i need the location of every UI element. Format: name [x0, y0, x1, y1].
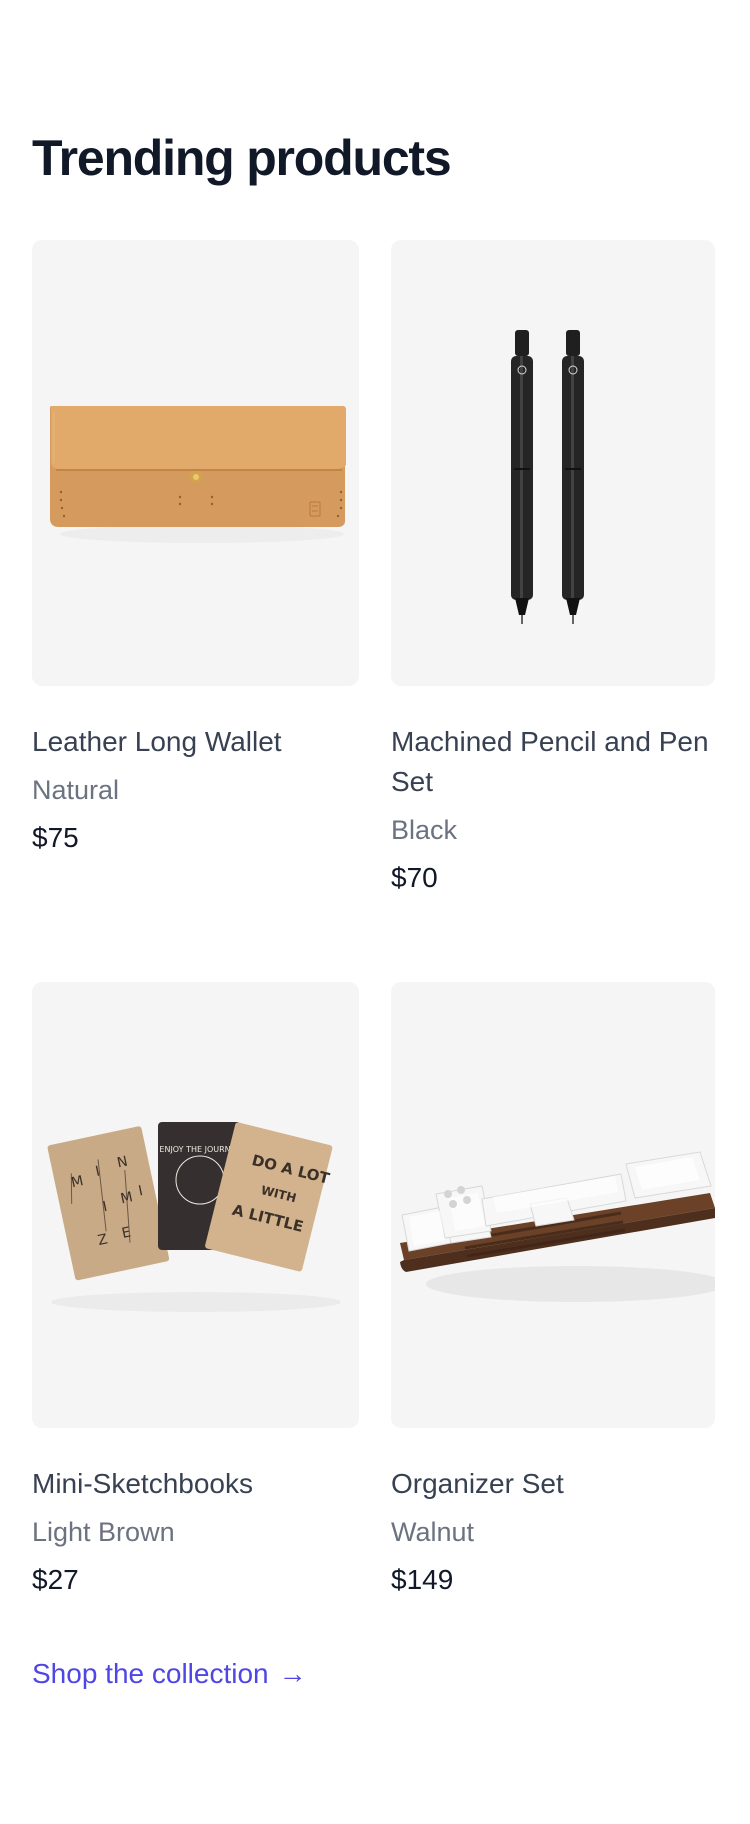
product-card-leather-wallet[interactable]: Leather Long Wallet Natural $75: [32, 240, 359, 898]
product-card-organizer-set[interactable]: Organizer Set Walnut $149: [391, 982, 718, 1600]
mini-sketchbooks-image: M I N I M I Z E ENJOY THE JOURNEY DO A L…: [32, 982, 359, 1428]
product-card-pencil-pen-set[interactable]: Machined Pencil and Pen Set Black $70: [391, 240, 718, 898]
organizer-set-icon: [400, 1151, 715, 1302]
product-price: $149: [391, 1564, 454, 1595]
product-name: Mini-Sketchbooks: [32, 1468, 253, 1499]
product-color: Light Brown: [32, 1517, 175, 1547]
products-grid: Leather Long Wallet Natural $75 Machined…: [32, 240, 718, 1600]
product-price: $75: [32, 822, 79, 853]
product-color: Natural: [32, 775, 120, 805]
pen-set-icon: [511, 330, 584, 624]
trending-products-title: Trending products: [32, 130, 452, 186]
product-name: Machined Pencil and Pen Set: [391, 726, 709, 797]
shop-the-collection-label: Shop the collection: [32, 1658, 269, 1689]
trending-products-page: Trending products Leather Long Wallet Na…: [0, 0, 750, 1824]
product-price: $27: [32, 1564, 79, 1595]
product-color: Black: [391, 815, 458, 845]
product-name: Leather Long Wallet: [32, 726, 282, 757]
product-card-mini-sketchbooks[interactable]: M I N I M I Z E ENJOY THE JOURNEY DO A L…: [32, 982, 359, 1600]
product-color: Walnut: [391, 1517, 475, 1547]
pencil-pen-set-image: [391, 240, 715, 686]
product-price: $70: [391, 862, 438, 893]
arrow-right-icon: →: [278, 1658, 307, 1689]
leather-wallet-icon: [50, 406, 346, 543]
leather-wallet-image: [32, 240, 359, 686]
product-name: Organizer Set: [391, 1468, 564, 1499]
sketchbooks-icon: M I N I M I Z E ENJOY THE JOURNEY DO A L…: [47, 1122, 341, 1312]
shop-the-collection-link[interactable]: Shop the collection →: [32, 1654, 307, 1694]
organizer-set-image: [391, 982, 715, 1428]
